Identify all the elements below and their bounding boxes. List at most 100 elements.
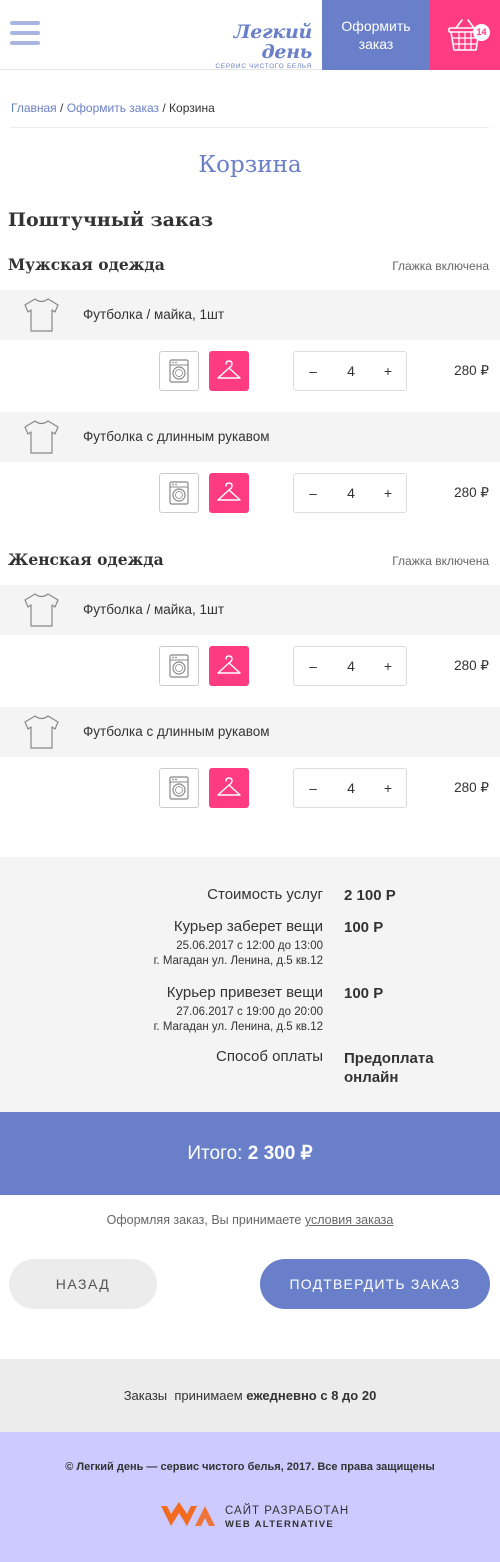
ironing-toggle[interactable] [209,646,249,686]
site-header: Легкий день СЕРВИС ЧИСТОГО БЕЛЬЯ Оформит… [0,0,500,70]
order-summary: Стоимость услуг 2 100 Р Курьер заберет в… [0,857,500,1112]
developer-credit-line: САЙТ РАЗРАБОТАН [225,1505,350,1517]
payment-method-line: онлайн [344,1069,399,1086]
delivery-label: Курьер привезет вещи [166,984,323,1001]
decrease-button[interactable]: – [294,474,332,512]
breadcrumb: Главная / Оформить заказ / Корзина [11,101,215,115]
working-hours: Заказы принимаем ежедневно с 8 до 20 [0,1359,500,1432]
services-cost-label: Стоимость услуг [207,886,323,903]
ironing-note: Глажка включена [392,554,489,568]
terms-notice: Оформляя заказ, Вы принимаете условия за… [0,1213,500,1227]
decrease-button[interactable]: – [294,352,332,390]
quantity-value[interactable]: 4 [332,474,370,512]
washing-toggle[interactable] [159,646,199,686]
place-order-label: Оформить заказ [341,18,411,52]
payment-method-value: Предоплата онлайн [344,1049,434,1087]
page-title: Корзина [198,152,302,178]
item-price: 280 ₽ [454,780,489,795]
services-cost-value: 2 100 Р [344,887,396,904]
washing-machine-icon [169,359,189,383]
total-bar: Итого: 2 300 ₽ [0,1112,500,1195]
item-name: Футболка / майка, 1шт [83,602,225,617]
washing-toggle[interactable] [159,473,199,513]
quantity-value[interactable]: 4 [332,352,370,390]
washing-toggle[interactable] [159,351,199,391]
section-title-women: Женская одежда [8,550,164,569]
developer-credit[interactable]: САЙТ РАЗРАБОТАН WEB ALTERNATIVE [225,1504,349,1532]
quantity-stepper: – 4 + [293,768,407,808]
item-controls: – 4 + 280 ₽ [0,351,500,391]
decrease-button[interactable]: – [294,647,332,685]
hanger-icon [217,360,241,379]
site-footer: © Легкий день — сервис чистого белья, 20… [0,1432,500,1562]
breadcrumb-separator: / [56,101,67,115]
increase-button[interactable]: + [370,647,406,685]
ironing-toggle[interactable] [209,473,249,513]
terms-text: Оформляя заказ, Вы принимаете [106,1213,305,1227]
pickup-value: 100 Р [344,919,384,936]
delivery-address: г. Магадан ул. Ленина, д.5 кв.12 [153,1021,323,1033]
item-controls: – 4 + 280 ₽ [0,768,500,808]
ironing-toggle[interactable] [209,351,249,391]
washing-machine-icon [169,776,189,800]
pickup-label: Курьер заберет вещи [173,918,323,935]
developer-logo-icon[interactable] [159,1500,219,1530]
payment-method-line: Предоплата [344,1050,434,1067]
pickup-address: г. Магадан ул. Ленина, д.5 кв.12 [153,955,323,967]
item-row: Футболка / майка, 1шт [0,290,500,340]
item-controls: – 4 + 280 ₽ [0,646,500,686]
back-button[interactable]: НАЗАД [9,1259,157,1309]
quantity-value[interactable]: 4 [332,647,370,685]
place-order-button[interactable]: Оформить заказ [322,0,430,70]
item-controls: – 4 + 280 ₽ [0,473,500,513]
washing-machine-icon [169,654,189,678]
breadcrumb-current: Корзина [169,101,215,115]
quantity-stepper: – 4 + [293,646,407,686]
decrease-button[interactable]: – [294,769,332,807]
total-value: 2 300 ₽ [247,1143,313,1164]
item-price: 280 ₽ [454,363,489,378]
item-name: Футболка / майка, 1шт [83,307,225,322]
copyright: © Легкий день — сервис чистого белья, 20… [65,1461,435,1473]
item-price: 280 ₽ [454,485,489,500]
hanger-icon [217,777,241,796]
quantity-value[interactable]: 4 [332,769,370,807]
washing-toggle[interactable] [159,768,199,808]
tshirt-icon [24,715,59,749]
delivery-time: 27.06.2017 с 19:00 до 20:00 [176,1006,323,1018]
tshirt-icon [24,593,59,627]
hours-bold: ежедневно с 8 до 20 [246,1388,377,1403]
washing-machine-icon [169,481,189,505]
cart-count-badge: 14 [473,24,490,41]
breadcrumb-separator: / [159,101,170,115]
hanger-icon [217,655,241,674]
item-row: Футболка / майка, 1шт [0,585,500,635]
item-price: 280 ₽ [454,658,489,673]
increase-button[interactable]: + [370,769,406,807]
breadcrumb-home-link[interactable]: Главная [11,101,57,115]
menu-icon[interactable] [10,21,40,49]
quantity-stepper: – 4 + [293,351,407,391]
breadcrumb-order-link[interactable]: Оформить заказ [67,101,159,115]
tshirt-icon [24,298,59,332]
tshirt-icon [24,420,59,454]
increase-button[interactable]: + [370,352,406,390]
increase-button[interactable]: + [370,474,406,512]
hanger-icon [217,482,241,501]
hours-text: Заказы принимаем [123,1388,247,1403]
ironing-toggle[interactable] [209,768,249,808]
divider [10,127,489,128]
order-type-title: Поштучный заказ [8,209,214,231]
quantity-stepper: – 4 + [293,473,407,513]
payment-method-label: Способ оплаты [216,1048,323,1065]
confirm-order-button[interactable]: ПОДТВЕРДИТЬ ЗАКАЗ [260,1259,490,1309]
section-title-men: Мужская одежда [8,255,165,274]
total-label: Итого: [187,1143,248,1164]
logo[interactable]: Легкий день СЕРВИС ЧИСТОГО БЕЛЬЯ [186,22,312,70]
item-name: Футболка с длинным рукавом [83,724,270,739]
item-name: Футболка с длинным рукавом [83,429,270,444]
delivery-value: 100 Р [344,985,384,1002]
pickup-time: 25.06.2017 с 12:00 до 13:00 [176,940,323,952]
terms-link[interactable]: условия заказа [305,1213,394,1227]
logo-title: Легкий день [233,21,313,63]
